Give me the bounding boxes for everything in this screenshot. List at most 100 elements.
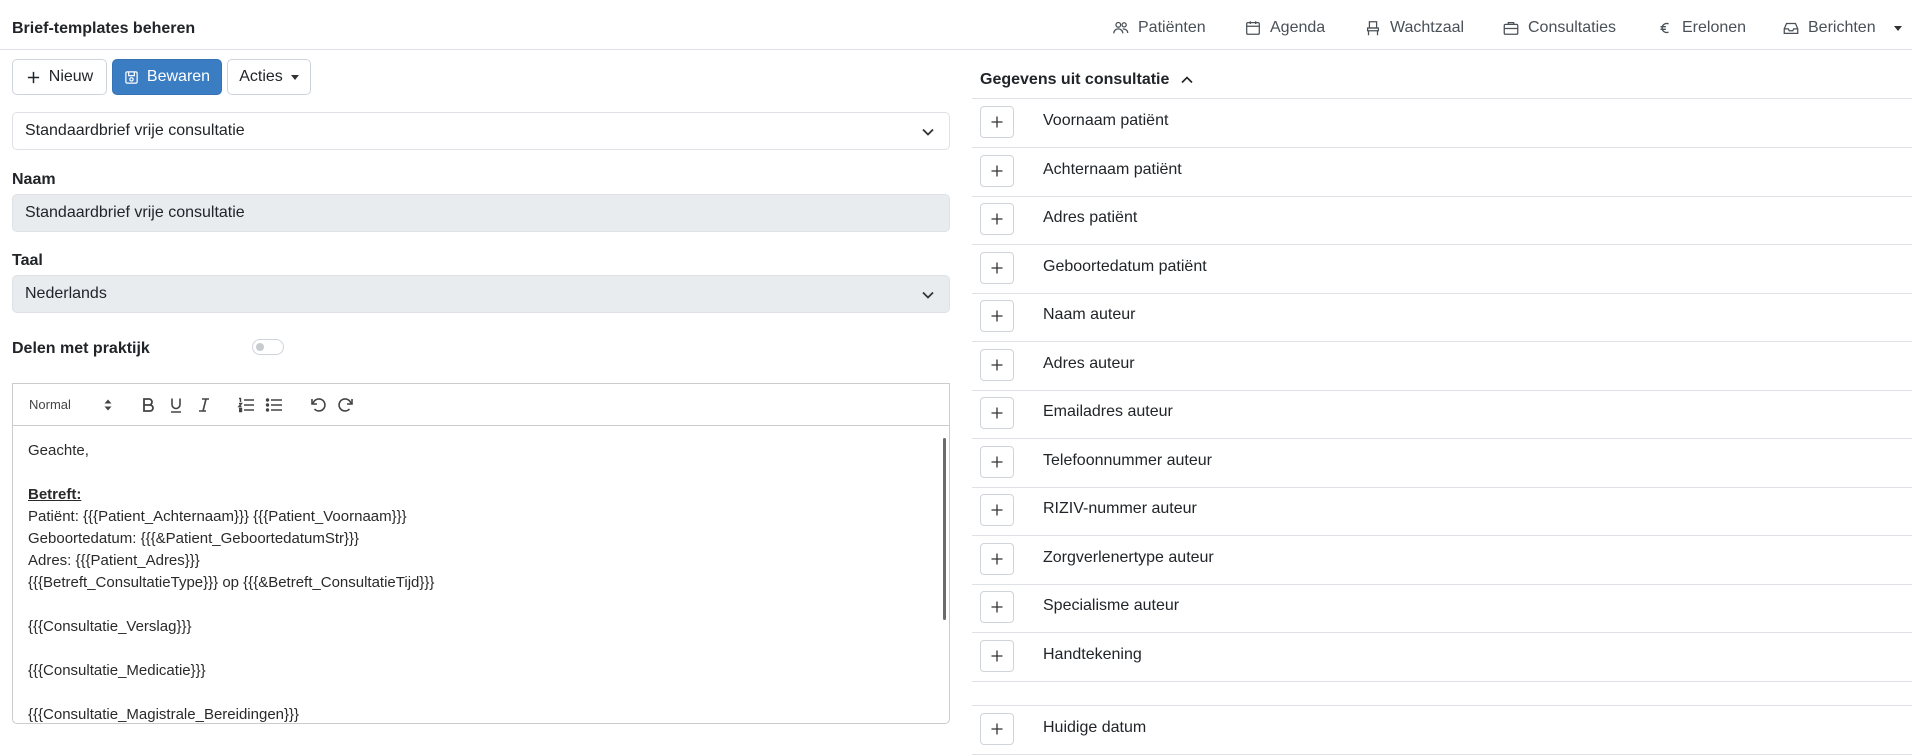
plus-icon [26, 70, 41, 85]
insert-field-button[interactable] [980, 542, 1014, 575]
bullet-list-button[interactable] [263, 394, 285, 416]
plus-icon [990, 649, 1004, 663]
language-select-value: Nederlands [25, 285, 107, 302]
nav-patienten[interactable]: Patiënten [1112, 19, 1206, 37]
field-label: Adres patiënt [1043, 209, 1138, 226]
insert-field-button[interactable] [980, 591, 1014, 623]
name-field: Standaardbrief vrije consultatie [12, 194, 950, 232]
field-item: Telefoonnummer auteur [972, 439, 1912, 487]
field-item: Emailadres auteur [972, 390, 1912, 438]
share-label: Delen met praktijk [12, 340, 150, 357]
plus-icon [990, 261, 1004, 275]
editor-line: {{{Consultatie_Medicatie}}} [28, 662, 206, 679]
plus-icon [990, 309, 1004, 323]
chevron-up-icon [1179, 72, 1195, 88]
chevron-down-icon [290, 74, 299, 80]
format-select-arrows-icon[interactable] [103, 397, 113, 413]
insert-field-button[interactable] [980, 348, 1014, 381]
field-item: Adres patiënt [972, 196, 1912, 244]
field-label: Geboortedatum patiënt [1043, 257, 1207, 275]
field-label: Telefoonnummer auteur [1043, 451, 1212, 469]
nav-label: Patiënten [1138, 19, 1206, 36]
people-icon [1112, 19, 1130, 37]
page-title: Brief-templates beheren [12, 20, 196, 37]
name-label: Naam [12, 171, 56, 188]
editor-line: Geboortedatum: {{{&Patient_Geboortedatum… [28, 530, 360, 547]
template-select[interactable]: Standaardbrief vrije consultatie [12, 112, 950, 150]
editor-scrollbar[interactable] [943, 438, 946, 620]
editor-line: {{{Betreft_ConsultatieType}}} op {{{&Bet… [28, 574, 435, 591]
insert-field-button[interactable] [980, 106, 1014, 138]
ordered-list-button[interactable] [235, 394, 257, 416]
nav-erelonen[interactable]: Erelonen [1656, 19, 1746, 37]
redo-button[interactable] [335, 394, 357, 416]
field-label: Voornaam patiënt [1043, 112, 1169, 129]
inbox-icon [1782, 19, 1800, 37]
insert-field-button[interactable] [980, 300, 1014, 332]
chair-icon [1364, 19, 1382, 37]
plus-icon [990, 406, 1004, 420]
insert-field-button[interactable] [980, 154, 1014, 187]
nav-label: Agenda [1270, 19, 1326, 36]
plus-icon [990, 115, 1004, 129]
template-select-value: Standaardbrief vrije consultatie [25, 122, 245, 139]
field-item: RIZIV-nummer auteur [972, 487, 1912, 535]
plus-icon [990, 455, 1004, 469]
insert-field-button[interactable] [980, 445, 1014, 478]
insert-field-button[interactable] [980, 203, 1014, 235]
actions-button-label: Acties [239, 68, 283, 85]
language-select[interactable]: Nederlands [12, 275, 950, 313]
new-button[interactable]: Nieuw [12, 59, 107, 95]
field-item: Specialisme auteur [972, 584, 1912, 632]
insert-field-button[interactable] [980, 397, 1014, 429]
field-item: Zorgverlenertype auteur [972, 536, 1912, 584]
chevron-down-icon [921, 125, 935, 139]
insert-field-button[interactable] [980, 494, 1014, 526]
italic-button[interactable] [193, 394, 215, 416]
nav-label: Wachtzaal [1390, 19, 1465, 36]
editor-line: Adres: {{{Patient_Adres}}} [28, 552, 200, 569]
bold-button[interactable] [137, 394, 159, 416]
nav-consultaties[interactable]: Consultaties [1502, 19, 1616, 37]
editor-content[interactable]: Geachte, Betreft: Patiënt: {{{Patient_Ac… [12, 426, 950, 724]
save-button[interactable]: Bewaren [112, 59, 222, 95]
field-label: Achternaam patiënt [1043, 160, 1182, 178]
field-item: Huidige datum [972, 706, 1912, 754]
field-label: Emailadres auteur [1043, 403, 1173, 420]
insert-field-button[interactable] [980, 713, 1014, 745]
field-label: Specialisme auteur [1043, 597, 1180, 614]
field-item: Adres auteur [972, 342, 1912, 390]
briefcase-icon [1502, 19, 1520, 37]
plus-icon [990, 358, 1004, 372]
actions-dropdown-button[interactable]: Acties [227, 59, 311, 95]
divider [972, 681, 1912, 682]
plus-icon [990, 600, 1004, 614]
chevron-down-icon [921, 288, 935, 302]
format-select[interactable]: Normal [29, 397, 71, 412]
divider [972, 754, 1912, 755]
plus-icon [990, 212, 1004, 226]
share-toggle[interactable] [252, 339, 284, 355]
plus-icon [990, 164, 1004, 178]
nav-wachtzaal[interactable]: Wachtzaal [1364, 19, 1464, 37]
language-label: Taal [12, 252, 43, 269]
consultation-fields-header[interactable]: Gegevens uit consultatie [980, 71, 1195, 89]
insert-field-button[interactable] [980, 251, 1014, 284]
field-label: Huidige datum [1043, 719, 1147, 736]
field-label: Zorgverlenertype auteur [1043, 548, 1214, 566]
save-icon [124, 70, 139, 85]
nav-agenda[interactable]: Agenda [1244, 19, 1325, 37]
nav-label: Berichten [1808, 19, 1876, 36]
underline-button[interactable] [165, 394, 187, 416]
field-item: Geboortedatum patiënt [972, 245, 1912, 293]
editor-line: Geachte, [28, 442, 89, 459]
euro-icon [1656, 19, 1674, 37]
nav-berichten[interactable]: Berichten [1782, 19, 1902, 37]
new-button-label: Nieuw [48, 68, 94, 85]
editor-toolbar: Normal [12, 383, 950, 426]
undo-button[interactable] [307, 394, 329, 416]
editor-line: Betreft: [28, 486, 82, 503]
editor-line: {{{Consultatie_Verslag}}} [28, 618, 192, 635]
insert-field-button[interactable] [980, 639, 1014, 672]
nav-label: Erelonen [1682, 19, 1747, 36]
